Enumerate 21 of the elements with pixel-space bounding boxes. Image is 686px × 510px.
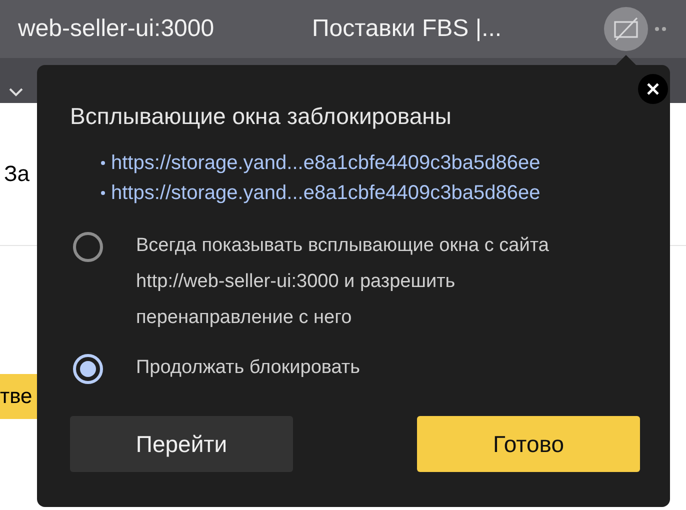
close-icon bbox=[646, 82, 660, 96]
page-heading: За bbox=[4, 161, 30, 187]
blocked-link[interactable]: https://storage.yand...e8a1cbfe4409c3ba5d86ee bbox=[111, 182, 540, 204]
close-button[interactable] bbox=[638, 74, 668, 104]
bullet-icon bbox=[101, 191, 105, 195]
popup-blocked-button[interactable] bbox=[604, 7, 648, 51]
option-label: Всегда показывать всплывающие окна с сайта http://web-seller-ui:3000 и разрешить перенаправление с него bbox=[136, 234, 550, 330]
site-host: web-seller-ui:3000 bbox=[18, 15, 216, 43]
blocked-window-icon bbox=[613, 17, 639, 41]
radio-button[interactable] bbox=[73, 232, 103, 262]
more-icon[interactable] bbox=[654, 26, 666, 32]
tab-title[interactable]: Поставки FBS |... bbox=[312, 15, 604, 43]
chevron-down-icon[interactable] bbox=[8, 87, 24, 97]
dialog-button[interactable]: Перейти bbox=[70, 416, 293, 472]
popup-title: Всплывающие окна заблокированы bbox=[70, 103, 452, 130]
option-label: Продолжать блокировать bbox=[136, 356, 362, 380]
dialog-button[interactable]: Готово bbox=[417, 416, 640, 472]
confirm-button[interactable]: тве bbox=[0, 374, 40, 419]
radio-button[interactable] bbox=[73, 354, 103, 384]
blocked-link[interactable]: https://storage.yand...e8a1cbfe4409c3ba5d86ee bbox=[111, 152, 540, 174]
bullet-icon bbox=[101, 161, 105, 165]
